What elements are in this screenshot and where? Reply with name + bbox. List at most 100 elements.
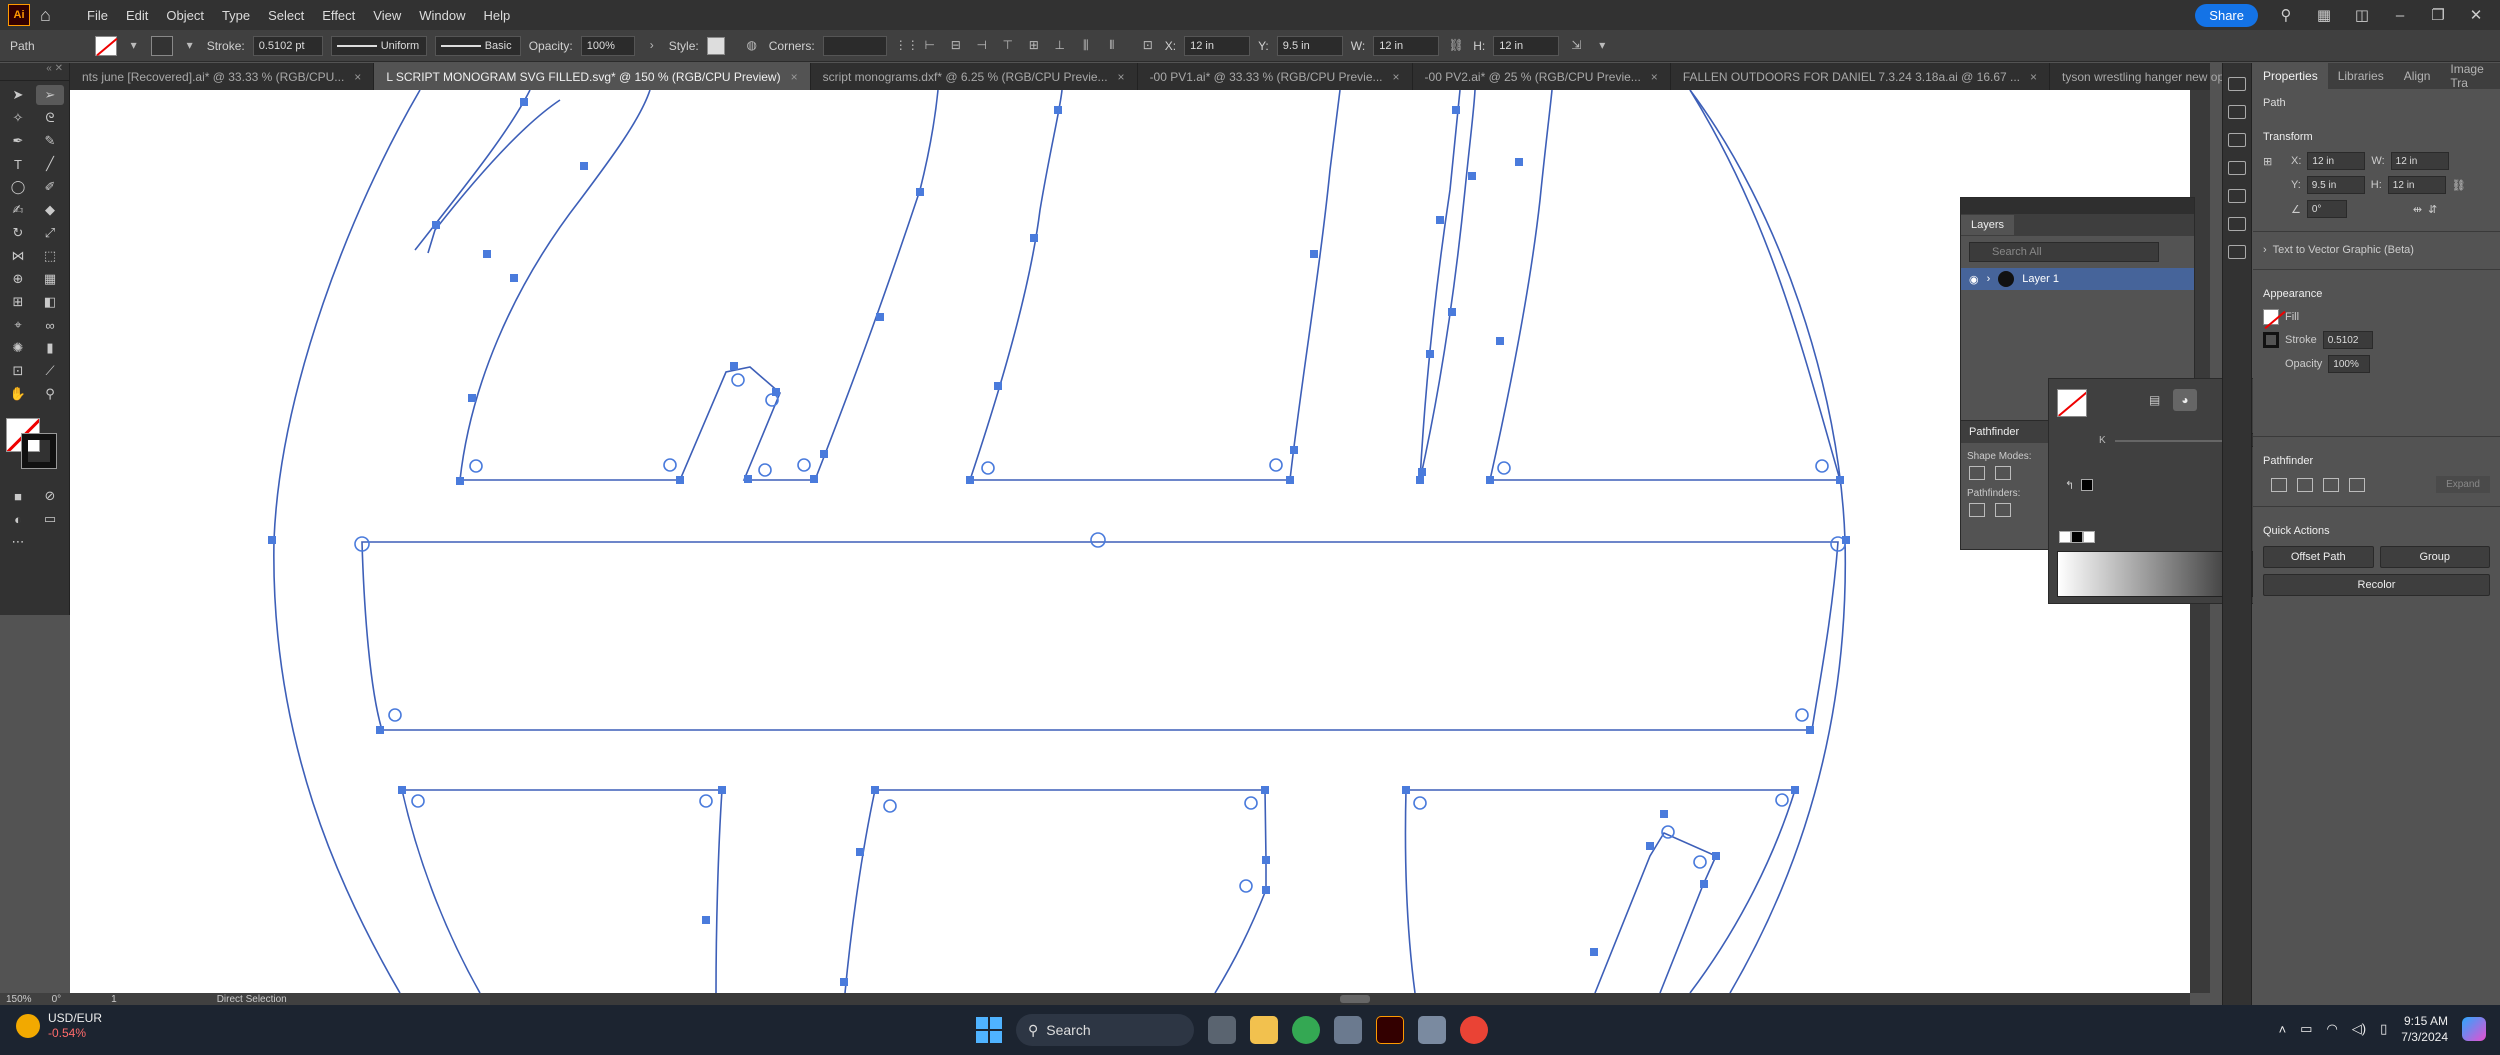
eye-icon[interactable]: ◉ bbox=[1969, 273, 1979, 286]
arrange-documents-icon[interactable]: ◫ bbox=[2352, 6, 2372, 24]
fill-stroke-widget[interactable] bbox=[6, 418, 66, 478]
opacity-label[interactable]: Opacity bbox=[2285, 358, 2322, 370]
shaper-tool-icon[interactable]: ✍ bbox=[4, 200, 32, 220]
line-tool-icon[interactable]: ╱ bbox=[36, 154, 64, 174]
corners-field[interactable] bbox=[822, 35, 887, 56]
stroke-weight-field[interactable]: 0.5102 bbox=[2322, 331, 2373, 349]
chevron-down-icon[interactable]: ▾ bbox=[1593, 38, 1611, 54]
chrome-icon[interactable] bbox=[1292, 1016, 1320, 1044]
clock[interactable]: 9:15 AM 7/3/2024 bbox=[2401, 1013, 2448, 1045]
collapse-icon[interactable]: « ✕ bbox=[0, 63, 69, 81]
menu-type[interactable]: Type bbox=[213, 8, 259, 23]
menu-file[interactable]: File bbox=[78, 8, 117, 23]
chevron-right-icon[interactable]: › bbox=[2263, 244, 2267, 256]
menu-select[interactable]: Select bbox=[259, 8, 313, 23]
stroke-swatch[interactable] bbox=[2263, 332, 2279, 348]
document-tab[interactable]: script monograms.dxf* @ 6.25 % (RGB/CPU … bbox=[811, 63, 1138, 90]
menu-window[interactable]: Window bbox=[410, 8, 474, 23]
scale-tool-icon[interactable]: ⤢ bbox=[36, 223, 64, 243]
taskbar-search[interactable]: ⚲ Search bbox=[1016, 1014, 1194, 1046]
monogram-artwork[interactable] bbox=[70, 90, 2190, 993]
close-icon[interactable]: × bbox=[791, 70, 798, 84]
home-icon[interactable]: ⌂ bbox=[40, 5, 60, 25]
align-center-icon[interactable]: ⊟ bbox=[947, 38, 965, 54]
h-field[interactable]: 12 in bbox=[1493, 35, 1560, 56]
rotation-value[interactable]: 0° bbox=[52, 994, 62, 1005]
swap-icon[interactable]: ↰ bbox=[2065, 479, 2074, 492]
screen-mode-icon[interactable]: ▭ bbox=[36, 509, 64, 529]
y-field[interactable]: 9.5 in bbox=[1276, 35, 1343, 56]
variable-width-profile[interactable]: Uniform bbox=[330, 35, 427, 56]
tab-pathfinder[interactable]: Pathfinder bbox=[1969, 426, 2019, 438]
white-swatch[interactable] bbox=[2083, 531, 2095, 543]
ellipse-tool-icon[interactable]: ◯ bbox=[4, 177, 32, 197]
horizontal-scrollbar[interactable] bbox=[490, 993, 2190, 1005]
restore-icon[interactable]: ❐ bbox=[2428, 6, 2448, 24]
windows-start-icon[interactable] bbox=[976, 1017, 1002, 1043]
document-tab[interactable]: -00 PV1.ai* @ 33.33 % (RGB/CPU Previe...… bbox=[1138, 63, 1413, 90]
menu-view[interactable]: View bbox=[364, 8, 410, 23]
close-icon[interactable]: × bbox=[1651, 70, 1658, 84]
chevron-down-icon[interactable]: ▾ bbox=[125, 38, 143, 54]
selection-tool-icon[interactable]: ➤ bbox=[4, 85, 32, 105]
direct-selection-tool-icon[interactable]: ➢ bbox=[36, 85, 64, 105]
graphic-style-swatch[interactable] bbox=[706, 36, 725, 55]
recolor-icon[interactable]: ◍ bbox=[743, 38, 761, 54]
brush-definition[interactable]: Basic bbox=[434, 35, 521, 56]
file-explorer-icon[interactable] bbox=[1250, 1016, 1278, 1044]
artboard-canvas[interactable] bbox=[70, 90, 2190, 993]
k-slider[interactable] bbox=[2115, 440, 2225, 442]
illustrator-icon[interactable] bbox=[1376, 1016, 1404, 1044]
close-icon[interactable]: ✕ bbox=[2466, 6, 2486, 24]
stroke-weight-field[interactable]: 0.5102 pt bbox=[252, 35, 323, 56]
draw-mode-icon[interactable]: ◐ bbox=[4, 509, 32, 529]
search-icon[interactable]: ⚲ bbox=[2276, 6, 2296, 24]
document-tab[interactable]: -00 PV2.ai* @ 25 % (RGB/CPU Previe... × bbox=[1413, 63, 1671, 90]
width-tool-icon[interactable]: ⋈ bbox=[4, 246, 32, 266]
fill-swatch[interactable] bbox=[2263, 309, 2279, 325]
group-button[interactable]: Group bbox=[2379, 546, 2490, 568]
offset-path-button[interactable]: Offset Path bbox=[2263, 546, 2374, 568]
link-icon[interactable]: ⛓ bbox=[2452, 179, 2466, 192]
exclude-icon[interactable] bbox=[2349, 477, 2365, 492]
color-mode-icon[interactable]: ■ bbox=[4, 486, 32, 506]
fill-none-swatch[interactable] bbox=[2057, 389, 2087, 417]
current-tool[interactable]: Direct Selection bbox=[217, 994, 287, 1005]
symbol-sprayer-tool-icon[interactable]: ✺ bbox=[4, 338, 32, 358]
close-icon[interactable]: × bbox=[1118, 70, 1125, 84]
menu-icon[interactable] bbox=[2228, 105, 2246, 119]
chrome-profile-icon[interactable] bbox=[1460, 1016, 1488, 1044]
artboards-icon[interactable] bbox=[2228, 133, 2246, 147]
workspace-icon[interactable]: ▦ bbox=[2314, 6, 2334, 24]
recolor-button[interactable]: Recolor bbox=[2263, 574, 2490, 596]
stroke-label[interactable]: Stroke bbox=[2285, 334, 2317, 346]
minus-front-icon[interactable] bbox=[2297, 477, 2313, 492]
transform-reference-icon[interactable]: ⊡ bbox=[1139, 38, 1157, 54]
tab-layers[interactable]: Layers bbox=[1961, 215, 2015, 235]
gradient-tool-icon[interactable]: ◧ bbox=[36, 292, 64, 312]
black-swatch[interactable] bbox=[2071, 531, 2083, 543]
menu-object[interactable]: Object bbox=[157, 8, 213, 23]
menu-effect[interactable]: Effect bbox=[313, 8, 364, 23]
align-left-icon[interactable]: ⊢ bbox=[921, 38, 939, 54]
shape-builder-tool-icon[interactable]: ⊕ bbox=[4, 269, 32, 289]
opacity-field[interactable]: 100% bbox=[580, 35, 635, 56]
text-to-vector-label[interactable]: Text to Vector Graphic (Beta) bbox=[2273, 244, 2414, 256]
task-view-icon[interactable] bbox=[1208, 1016, 1236, 1044]
pen-tool-icon[interactable]: ✒ bbox=[4, 131, 32, 151]
symbols-icon[interactable] bbox=[2228, 217, 2246, 231]
chevron-right-icon[interactable]: › bbox=[1987, 273, 1991, 285]
w-field[interactable]: 12 in bbox=[2390, 152, 2449, 170]
none-mode-icon[interactable]: ⊘ bbox=[36, 486, 64, 506]
expand-button[interactable]: Expand bbox=[2436, 476, 2490, 493]
fill-swatch[interactable] bbox=[94, 35, 117, 56]
w-field[interactable]: 12 in bbox=[1373, 35, 1440, 56]
zoom-tool-icon[interactable]: ⚲ bbox=[36, 384, 64, 404]
layer-name[interactable]: Layer 1 bbox=[2022, 273, 2059, 285]
free-transform-tool-icon[interactable]: ⬚ bbox=[36, 246, 64, 266]
close-icon[interactable]: × bbox=[1393, 70, 1400, 84]
minimize-icon[interactable]: – bbox=[2390, 7, 2410, 24]
type-tool-icon[interactable]: T bbox=[4, 154, 32, 174]
x-field[interactable]: 12 in bbox=[1184, 35, 1251, 56]
curvature-tool-icon[interactable]: ✎ bbox=[36, 131, 64, 151]
